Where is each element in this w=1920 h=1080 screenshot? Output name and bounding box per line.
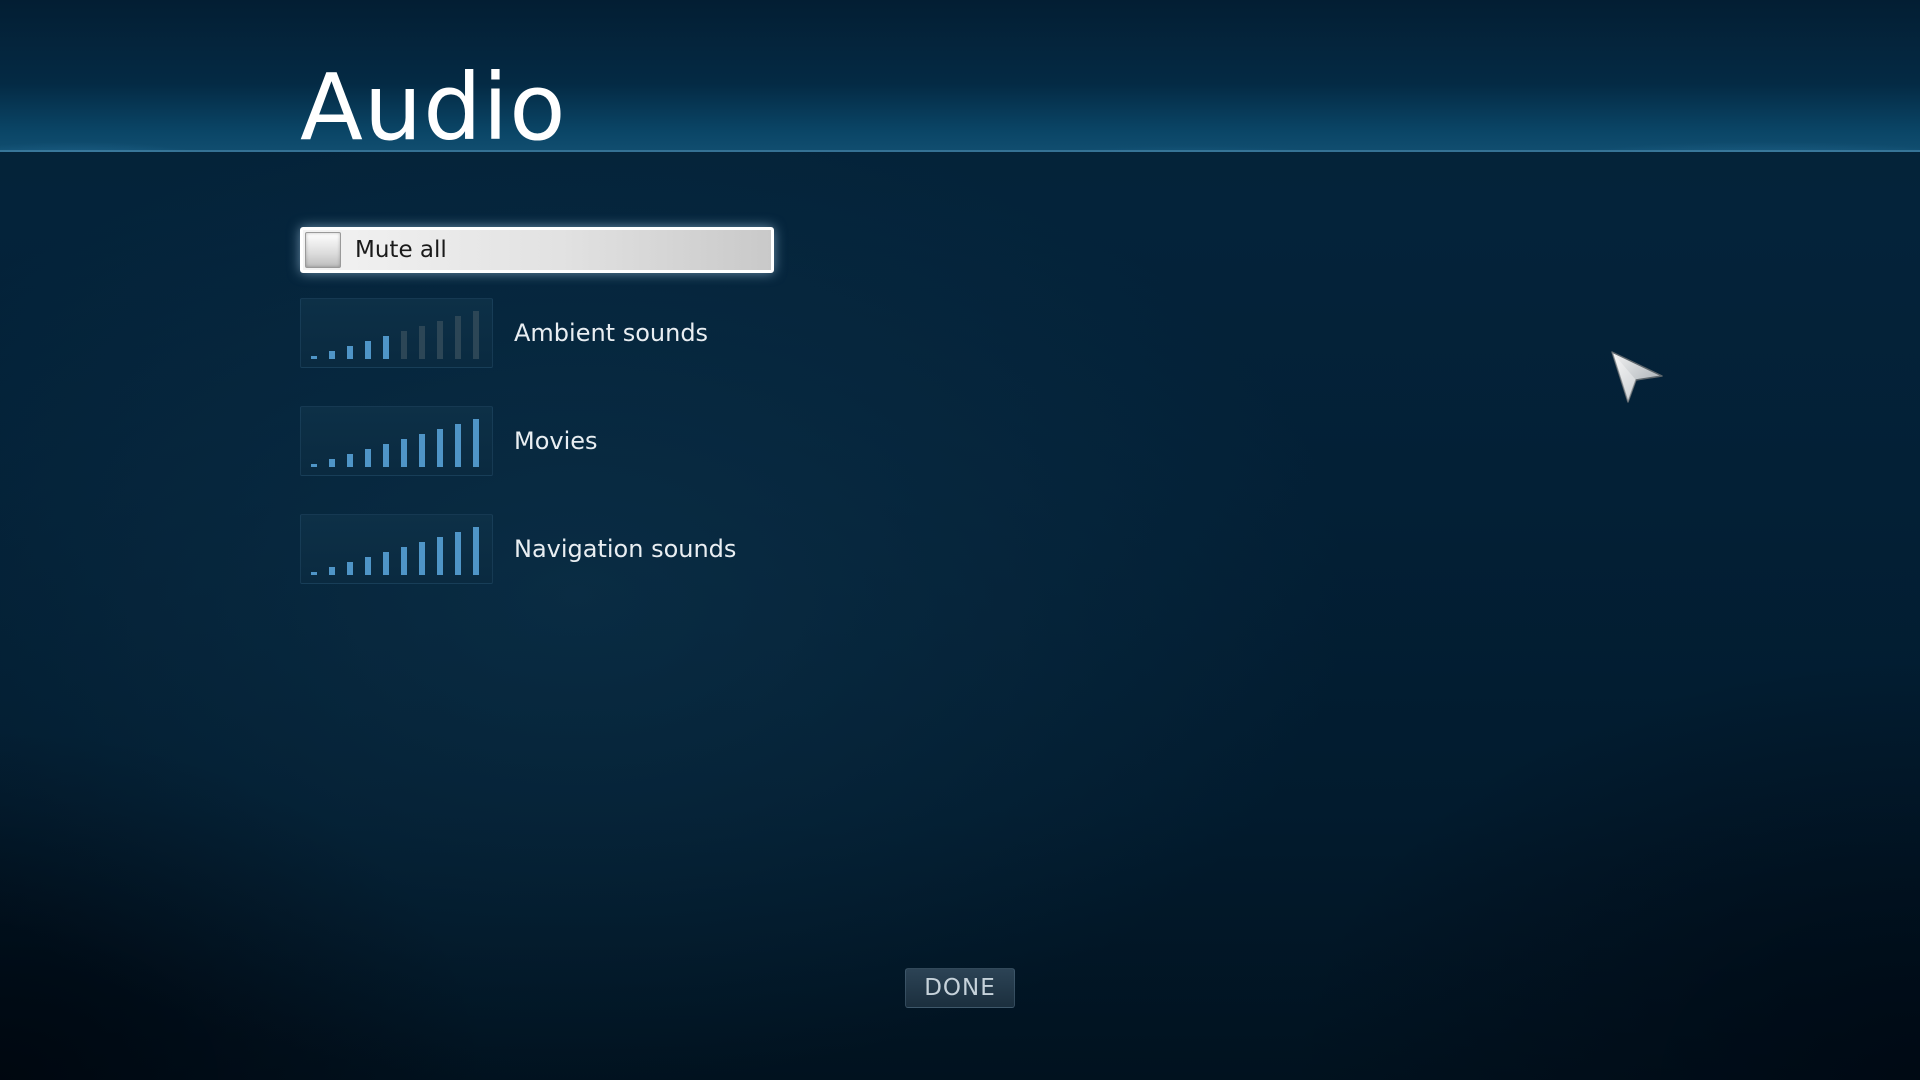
- volume-bar: [311, 572, 317, 575]
- volume-bar: [365, 341, 371, 359]
- ambient-sounds-volume-slider[interactable]: [300, 298, 493, 368]
- slider-row-navigation-sounds: Navigation sounds: [300, 514, 736, 584]
- done-button[interactable]: DONE: [905, 968, 1015, 1008]
- volume-bar: [383, 444, 389, 467]
- volume-bar: [419, 326, 425, 359]
- volume-bar: [419, 434, 425, 467]
- volume-bar: [455, 316, 461, 359]
- volume-bar: [437, 537, 443, 575]
- volume-bar: [473, 311, 479, 359]
- volume-bar: [311, 356, 317, 359]
- volume-bar: [365, 557, 371, 575]
- volume-bar: [329, 351, 335, 359]
- header-band: [0, 0, 1920, 152]
- volume-bar: [347, 346, 353, 359]
- navigation-sounds-volume-slider[interactable]: [300, 514, 493, 584]
- volume-bar: [473, 527, 479, 575]
- header-divider: [0, 150, 1920, 152]
- volume-bar: [437, 429, 443, 467]
- volume-bar: [329, 459, 335, 467]
- volume-bar: [473, 419, 479, 467]
- page-title: Audio: [300, 54, 567, 161]
- volume-bar: [347, 562, 353, 575]
- volume-bar: [347, 454, 353, 467]
- checkbox-icon[interactable]: [305, 232, 341, 268]
- volume-bars-icon: [311, 413, 486, 467]
- volume-bar: [455, 424, 461, 467]
- mouse-pointer-icon: [1611, 351, 1663, 403]
- volume-bars-icon: [311, 305, 486, 359]
- movies-volume-slider[interactable]: [300, 406, 493, 476]
- header-glow: [0, 82, 1920, 152]
- volume-bars-icon: [311, 521, 486, 575]
- volume-bar: [455, 532, 461, 575]
- volume-bar: [419, 542, 425, 575]
- volume-bar: [365, 449, 371, 467]
- audio-settings-screen: Audio Mute all Ambient sounds Movies Nav…: [0, 0, 1920, 1080]
- volume-bar: [383, 336, 389, 359]
- volume-bar: [329, 567, 335, 575]
- volume-bar: [311, 464, 317, 467]
- mute-all-label: Mute all: [355, 237, 447, 263]
- navigation-sounds-label: Navigation sounds: [514, 535, 737, 563]
- volume-bar: [401, 331, 407, 359]
- ambient-sounds-label: Ambient sounds: [514, 319, 709, 347]
- volume-bar: [401, 439, 407, 467]
- volume-bar: [401, 547, 407, 575]
- volume-bar: [437, 321, 443, 359]
- slider-row-ambient-sounds: Ambient sounds: [300, 298, 708, 368]
- slider-row-movies: Movies: [300, 406, 598, 476]
- volume-bar: [383, 552, 389, 575]
- movies-label: Movies: [514, 427, 598, 455]
- mute-all-checkbox-row[interactable]: Mute all: [300, 227, 774, 273]
